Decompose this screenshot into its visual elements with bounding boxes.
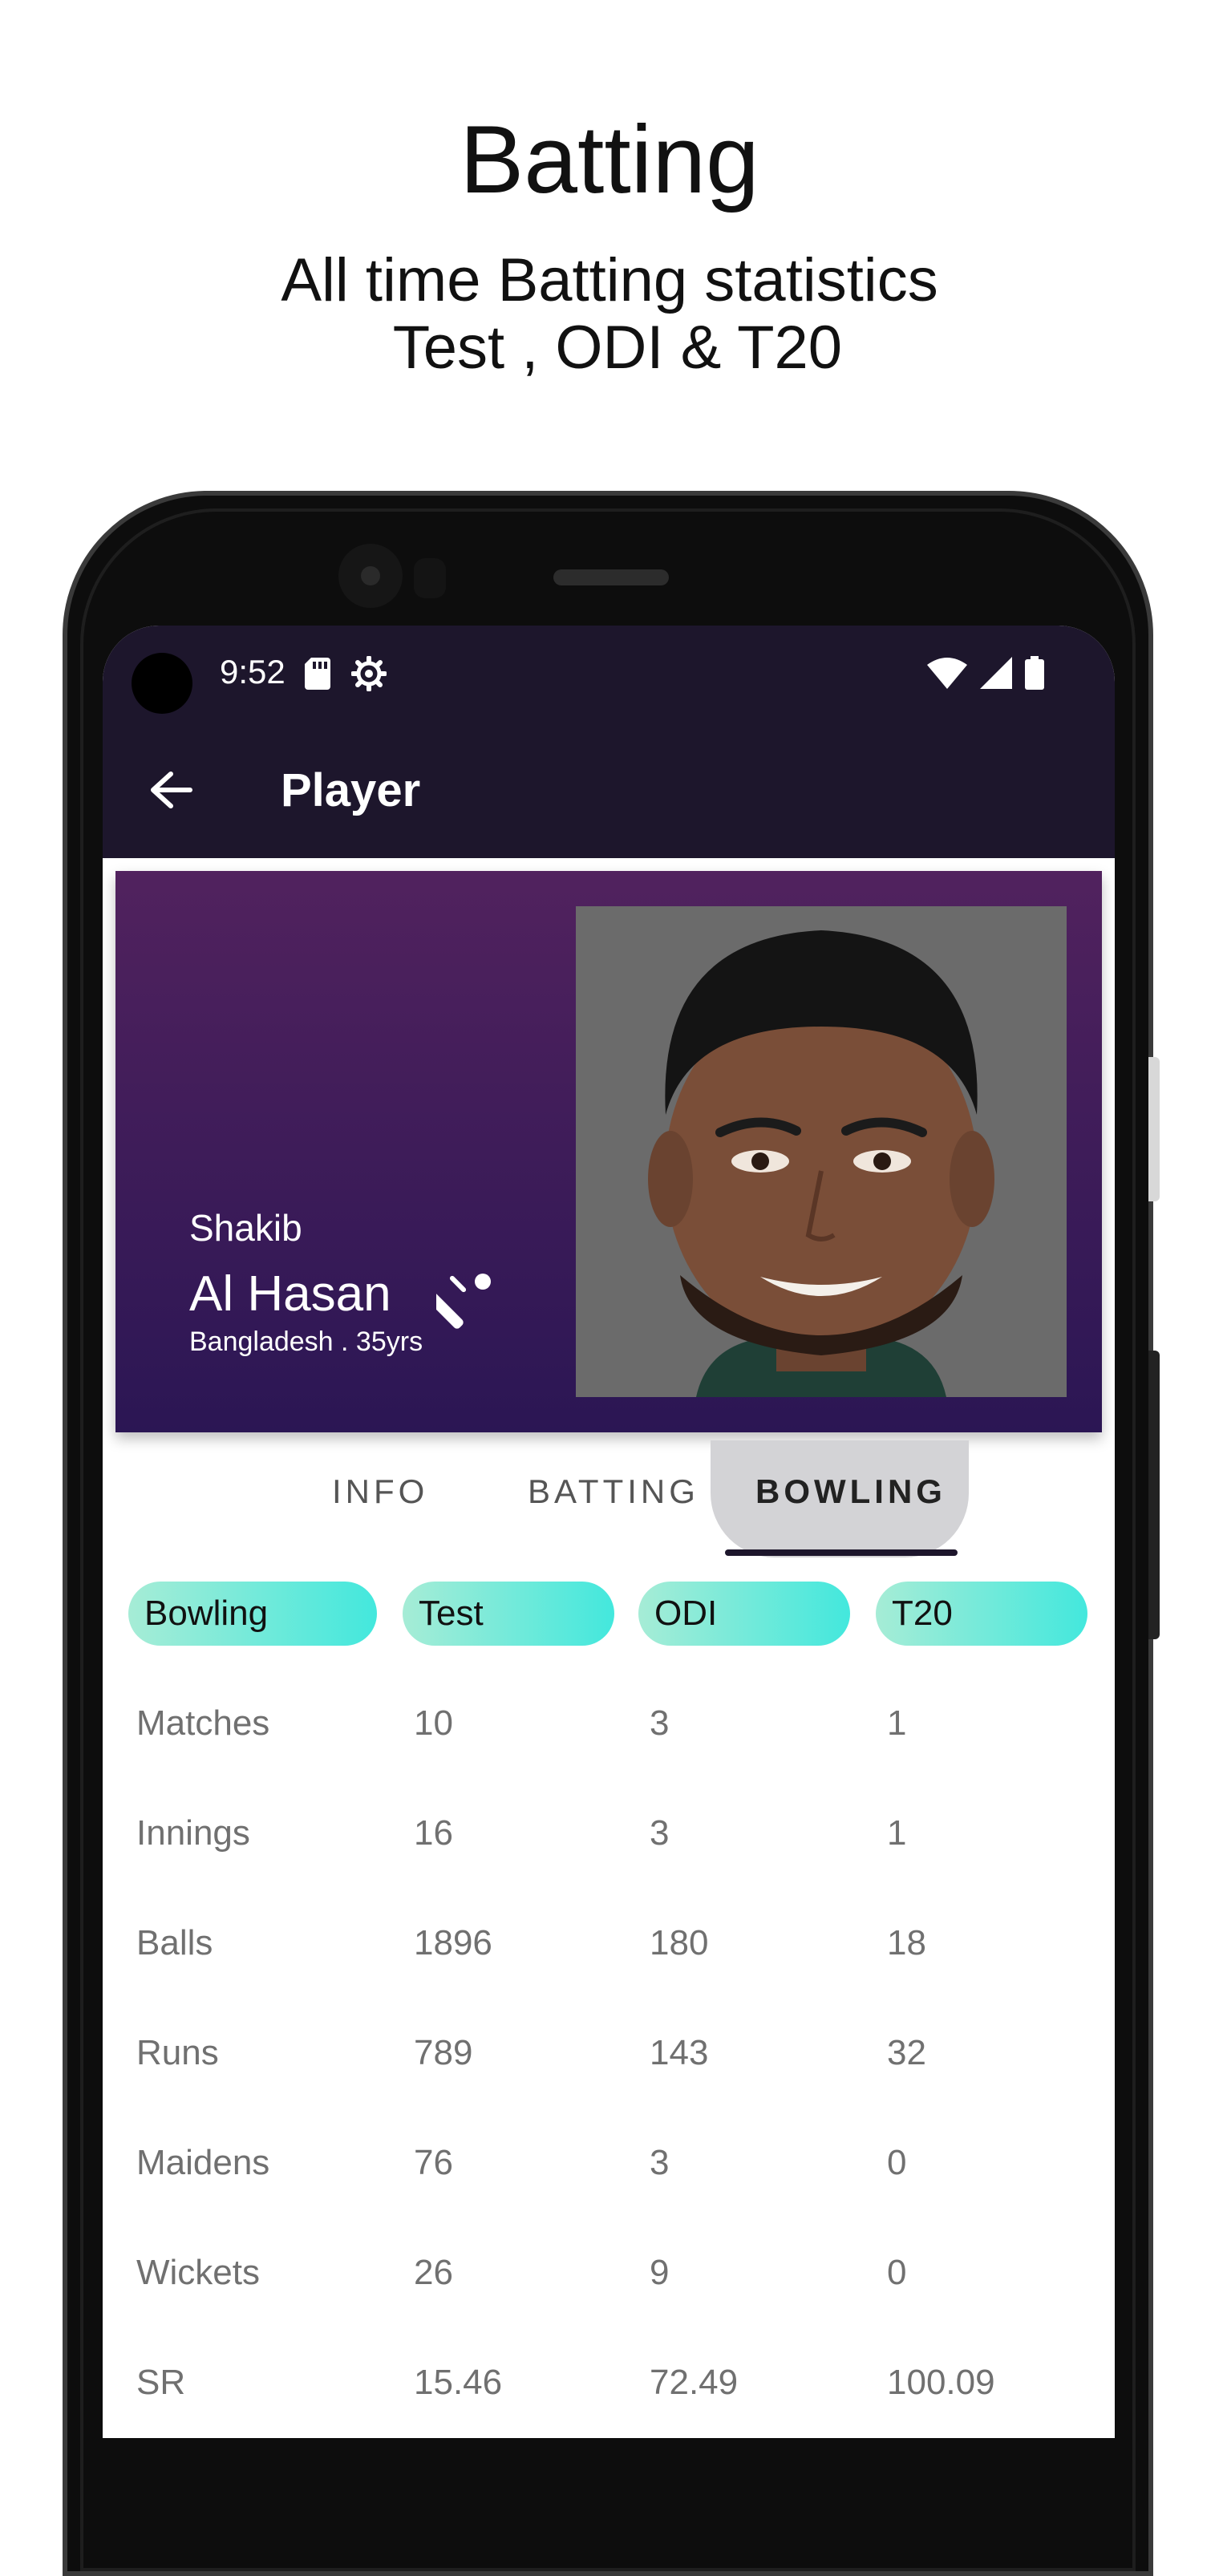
gear-icon [350,655,387,695]
table-row: Maidens 76 3 0 [103,2143,1115,2253]
header-t20: T20 [876,1582,1087,1646]
stat-odi: 3 [650,2143,670,2182]
tab-indicator [725,1549,958,1556]
tab-bar: INFO BATTING BOWLING [103,1440,1115,1557]
stat-test: 26 [414,2253,453,2292]
stat-t20: 1 [887,1813,907,1853]
signal-icon [980,657,1012,689]
status-bar: 9:52 [103,626,1115,722]
tab-info[interactable]: INFO [332,1472,428,1511]
battery-icon [1025,656,1044,690]
phone-side-button [1148,1351,1160,1639]
promo-subtitle-line-2: Test , ODI & T20 [376,314,843,382]
table-row: Matches 10 3 1 [103,1703,1115,1813]
earpiece-speaker [553,569,669,585]
phone-screen: 9:52 Player Shakib Al Hasan Bangladesh .… [103,626,1115,2438]
header-odi: ODI [638,1582,850,1646]
phone-side-button-upper [1148,1057,1160,1201]
player-last-name: Al Hasan [189,1266,391,1322]
stat-test: 1896 [414,1923,492,1962]
app-bar: Player [103,722,1115,858]
status-icons [927,656,1044,690]
page-title: Player [281,764,421,816]
cricket-bat-icon [427,1272,494,1334]
stat-odi: 3 [650,1703,670,1743]
stat-test: 15.46 [414,2363,503,2402]
stat-t20: 32 [887,2033,926,2072]
stat-odi: 9 [650,2253,670,2292]
stat-t20: 1 [887,1703,907,1743]
front-camera [338,544,403,608]
stat-odi: 180 [650,1923,709,1962]
tab-bowling[interactable]: BOWLING [755,1472,946,1511]
status-time: 9:52 [220,653,286,691]
stat-test: 76 [414,2143,453,2182]
table-row: Innings 16 3 1 [103,1813,1115,1923]
player-first-name: Shakib [189,1207,302,1249]
promo-subtitle: All time Batting statistics Test , ODI &… [0,247,1219,382]
stat-label: Maidens [136,2143,270,2182]
table-row: Runs 789 143 32 [103,2033,1115,2143]
stat-test: 789 [414,2033,473,2072]
promo-subtitle-line-1: All time Batting statistics [281,246,938,314]
promo-title: Batting [460,106,759,213]
table-row: Wickets 26 9 0 [103,2253,1115,2363]
stat-odi: 143 [650,2033,709,2072]
player-card: Shakib Al Hasan Bangladesh . 35yrs [115,871,1102,1432]
stat-odi: 3 [650,1813,670,1853]
stat-test: 10 [414,1703,453,1743]
stat-label: Runs [136,2033,219,2072]
stat-test: 16 [414,1813,453,1853]
stat-label: Matches [136,1703,270,1743]
wifi-icon [927,658,967,689]
tab-batting[interactable]: BATTING [528,1472,699,1511]
stat-label: Balls [136,1923,213,1962]
back-button[interactable] [143,762,199,818]
arrow-left-icon [151,772,192,808]
stat-label: Wickets [136,2253,260,2292]
player-meta: Bangladesh . 35yrs [189,1326,423,1357]
header-bowling: Bowling [128,1582,377,1646]
stat-label: SR [136,2363,186,2402]
player-photo [576,906,1067,1397]
stat-t20: 18 [887,1923,926,1962]
stat-t20: 0 [887,2253,907,2292]
stat-t20: 0 [887,2143,907,2182]
sd-card-icon [305,658,330,694]
stat-t20: 100.09 [887,2363,995,2402]
stat-odi: 72.49 [650,2363,739,2402]
proximity-sensor [414,558,446,598]
header-test: Test [403,1582,614,1646]
punch-hole-camera [132,653,192,714]
stat-label: Innings [136,1813,250,1853]
table-row: SR 15.46 72.49 100.09 [103,2363,1115,2438]
table-row: Balls 1896 180 18 [103,1923,1115,2033]
